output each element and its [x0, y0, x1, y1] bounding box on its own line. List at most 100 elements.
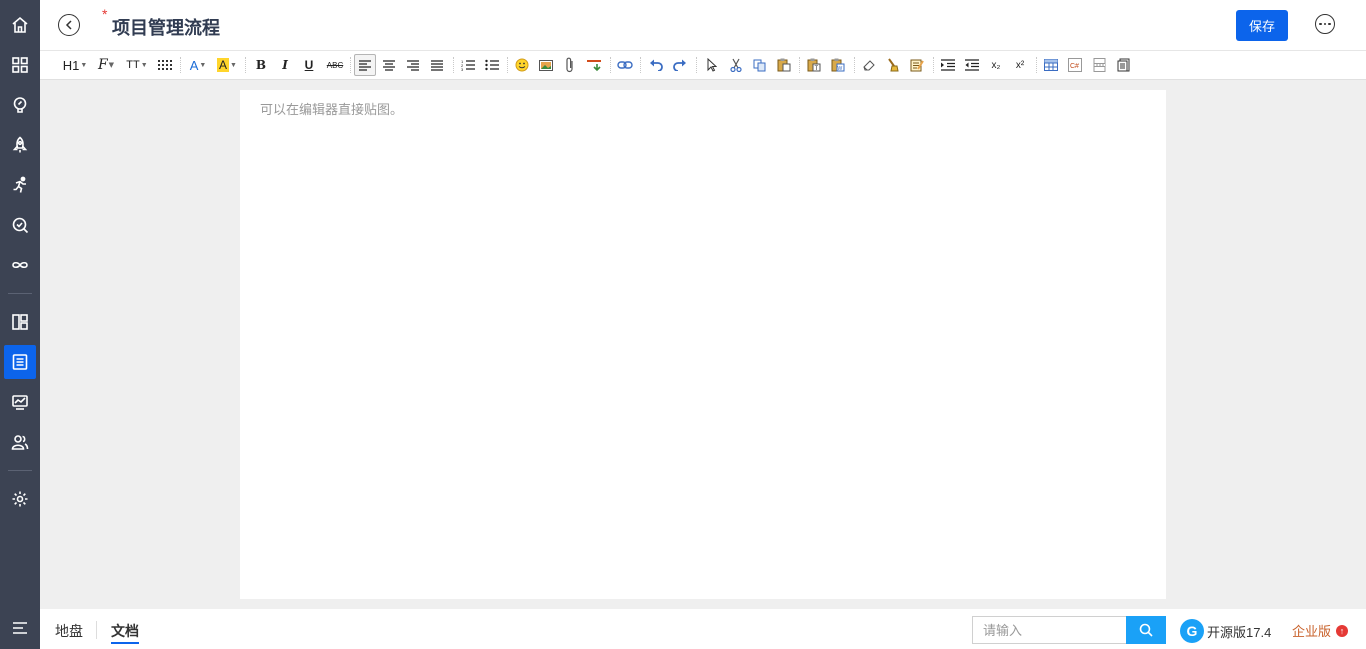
outdent-icon[interactable]: [962, 54, 982, 76]
align-justify-icon[interactable]: [426, 54, 448, 76]
search-button[interactable]: [1126, 616, 1166, 644]
paste-word-icon[interactable]: W: [828, 54, 848, 76]
toolbar-separator: [640, 57, 641, 73]
font-size-glyph: TT: [126, 59, 140, 71]
insert-image-icon[interactable]: [536, 54, 556, 76]
heading-dropdown[interactable]: H1 ▼: [62, 54, 88, 76]
page-header: * 项目管理流程 保存: [40, 0, 1366, 50]
footer-tab-dashboard[interactable]: 地盘: [55, 621, 83, 641]
toolbar-separator: [1036, 57, 1037, 73]
doc-list-icon[interactable]: [4, 345, 36, 379]
font-color-glyph: A: [189, 57, 199, 73]
toolbar-separator: [799, 57, 800, 73]
save-button[interactable]: 保存: [1236, 10, 1288, 41]
font-color-dropdown[interactable]: A ▼: [187, 54, 209, 76]
indent-icon[interactable]: [938, 54, 958, 76]
footer-divider: [96, 621, 97, 639]
upgrade-arrow-icon: ↑: [1336, 624, 1349, 637]
home-icon[interactable]: [4, 8, 36, 42]
undo-icon[interactable]: [646, 54, 666, 76]
italic-button[interactable]: I: [276, 54, 294, 76]
footer-tab-docs[interactable]: 文档: [111, 621, 139, 644]
cut-icon[interactable]: [726, 54, 746, 76]
search-input[interactable]: [972, 616, 1126, 644]
infinity-icon[interactable]: [4, 248, 36, 282]
toolbar-separator: [507, 57, 508, 73]
page-title: 项目管理流程: [112, 18, 220, 38]
sidebar-divider: [8, 293, 32, 294]
required-mark: *: [102, 6, 108, 22]
eraser-icon[interactable]: [859, 54, 879, 76]
format-painter-icon[interactable]: [883, 54, 903, 76]
code-block-icon[interactable]: C#: [1065, 54, 1085, 76]
toolbar-separator: [696, 57, 697, 73]
menu-toggle-icon[interactable]: [4, 611, 36, 645]
redo-icon[interactable]: [670, 54, 690, 76]
settings-gear-icon[interactable]: [4, 482, 36, 516]
toolbar-separator: [350, 57, 351, 73]
template-icon[interactable]: [907, 54, 927, 76]
monitor-chart-icon[interactable]: [4, 385, 36, 419]
svg-text:T: T: [815, 66, 819, 72]
svg-text:C#: C#: [1070, 63, 1079, 70]
brand-version[interactable]: G 开源版17.4: [1180, 619, 1271, 643]
qa-search-icon[interactable]: [4, 208, 36, 242]
align-left-icon[interactable]: [354, 54, 376, 76]
bg-color-dropdown[interactable]: A ▼: [215, 54, 239, 76]
toolbar-separator: [245, 57, 246, 73]
zentao-logo-icon: G: [1180, 619, 1204, 643]
rocket-icon[interactable]: [4, 128, 36, 162]
toolbar-separator: [180, 57, 181, 73]
superscript-button[interactable]: x²: [1010, 54, 1030, 76]
enterprise-label: 企业版: [1292, 624, 1332, 639]
left-sidebar: [0, 0, 40, 649]
font-size-dropdown[interactable]: TT ▼: [125, 54, 149, 76]
underline-button[interactable]: U: [300, 54, 318, 76]
insert-frame-icon[interactable]: [585, 54, 605, 76]
svg-text:3: 3: [461, 67, 464, 71]
table-icon[interactable]: [1041, 54, 1061, 76]
toolbar-separator: [453, 57, 454, 73]
svg-text:W: W: [838, 66, 843, 72]
paste-icon[interactable]: [774, 54, 794, 76]
sidebar-divider: [8, 470, 32, 471]
chevron-left-icon: [65, 20, 72, 30]
bold-button[interactable]: B: [252, 54, 270, 76]
editor-toolbar: H1 ▼ F ▼ TT ▼ A ▼ A ▼ B I U ABC 123 T W x₂ x²…: [40, 50, 1366, 80]
link-icon[interactable]: [615, 54, 635, 76]
select-cursor-icon[interactable]: [702, 54, 722, 76]
users-icon[interactable]: [4, 425, 36, 459]
footer-bar: 地盘 文档 G 开源版17.4 企业版 ↑: [40, 609, 1366, 649]
toolbar-separator: [610, 57, 611, 73]
align-right-icon[interactable]: [402, 54, 424, 76]
attachment-icon[interactable]: [560, 54, 580, 76]
more-options-icon[interactable]: [1315, 14, 1335, 34]
back-button[interactable]: [58, 14, 80, 36]
toolbar-separator: [933, 57, 934, 73]
running-icon[interactable]: [4, 168, 36, 202]
enterprise-upgrade-link[interactable]: 企业版 ↑: [1292, 621, 1349, 640]
strikethrough-button[interactable]: ABC: [324, 54, 346, 76]
align-center-icon[interactable]: [378, 54, 400, 76]
bg-color-glyph: A: [217, 58, 230, 72]
lightbulb-icon[interactable]: [4, 88, 36, 122]
subscript-button[interactable]: x₂: [986, 54, 1006, 76]
brand-version-label: 开源版17.4: [1207, 624, 1272, 640]
heading-label: H1: [62, 57, 80, 73]
search-icon: [1139, 623, 1153, 637]
font-family-dropdown[interactable]: F ▼: [95, 54, 117, 76]
editor-content-area[interactable]: 可以在编辑器直接贴图。: [240, 90, 1166, 599]
paste-text-icon[interactable]: T: [804, 54, 824, 76]
ordered-list-icon[interactable]: 123: [458, 54, 478, 76]
grid-icon[interactable]: [4, 48, 36, 82]
toolbar-separator: [854, 57, 855, 73]
line-height-icon[interactable]: [156, 54, 174, 76]
font-family-glyph: F: [97, 57, 108, 73]
editor-placeholder: 可以在编辑器直接贴图。: [260, 102, 404, 117]
layout-icon[interactable]: [4, 305, 36, 339]
copy-icon[interactable]: [750, 54, 770, 76]
emoji-icon[interactable]: [512, 54, 532, 76]
bullet-list-icon[interactable]: [482, 54, 502, 76]
source-document-icon[interactable]: [1113, 54, 1133, 76]
page-break-icon[interactable]: [1089, 54, 1109, 76]
